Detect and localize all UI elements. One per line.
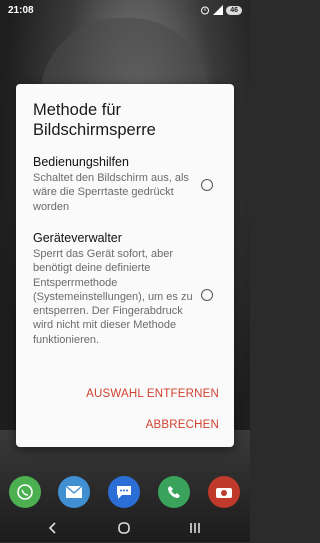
radio-device-admin[interactable] xyxy=(201,289,213,301)
back-icon[interactable] xyxy=(43,518,63,538)
app-dock xyxy=(0,476,250,516)
option-device-admin[interactable]: Geräteverwalter Sperrt das Gerät sofort,… xyxy=(33,230,198,347)
phone-icon[interactable] xyxy=(158,476,190,508)
lock-method-dialog: Methode für Bildschirmsperre Bedienungsh… xyxy=(16,84,234,447)
home-icon[interactable] xyxy=(114,518,134,538)
option-device-admin-title: Geräteverwalter xyxy=(33,231,122,245)
recents-icon[interactable] xyxy=(185,518,205,538)
signal-icon xyxy=(213,5,224,15)
dialog-title: Methode für Bildschirmsperre xyxy=(33,101,156,139)
option-accessibility-title: Bedienungshilfen xyxy=(33,155,129,169)
battery-icon: 46 xyxy=(226,5,242,15)
cancel-button[interactable]: ABBRECHEN xyxy=(146,419,219,431)
status-bar: 21:08 46 xyxy=(0,0,250,22)
navigation-bar xyxy=(0,512,250,542)
radio-accessibility[interactable] xyxy=(201,179,213,191)
status-icons: 46 xyxy=(200,5,242,15)
alarm-icon xyxy=(201,6,210,15)
mail-icon[interactable] xyxy=(58,476,90,508)
messages-icon[interactable] xyxy=(108,476,140,508)
option-device-admin-description: Sperrt das Gerät sofort, aber benötigt d… xyxy=(33,248,193,346)
option-accessibility[interactable]: Bedienungshilfen Schaltet den Bildschirm… xyxy=(33,154,198,214)
camera-icon[interactable] xyxy=(208,476,240,508)
option-accessibility-description: Schaltet den Bildschirm aus, als wäre di… xyxy=(33,172,189,213)
remove-selection-button[interactable]: AUSWAHL ENTFERNEN xyxy=(86,388,219,400)
whatsapp-icon[interactable] xyxy=(9,476,41,508)
status-time: 21:08 xyxy=(8,5,34,16)
